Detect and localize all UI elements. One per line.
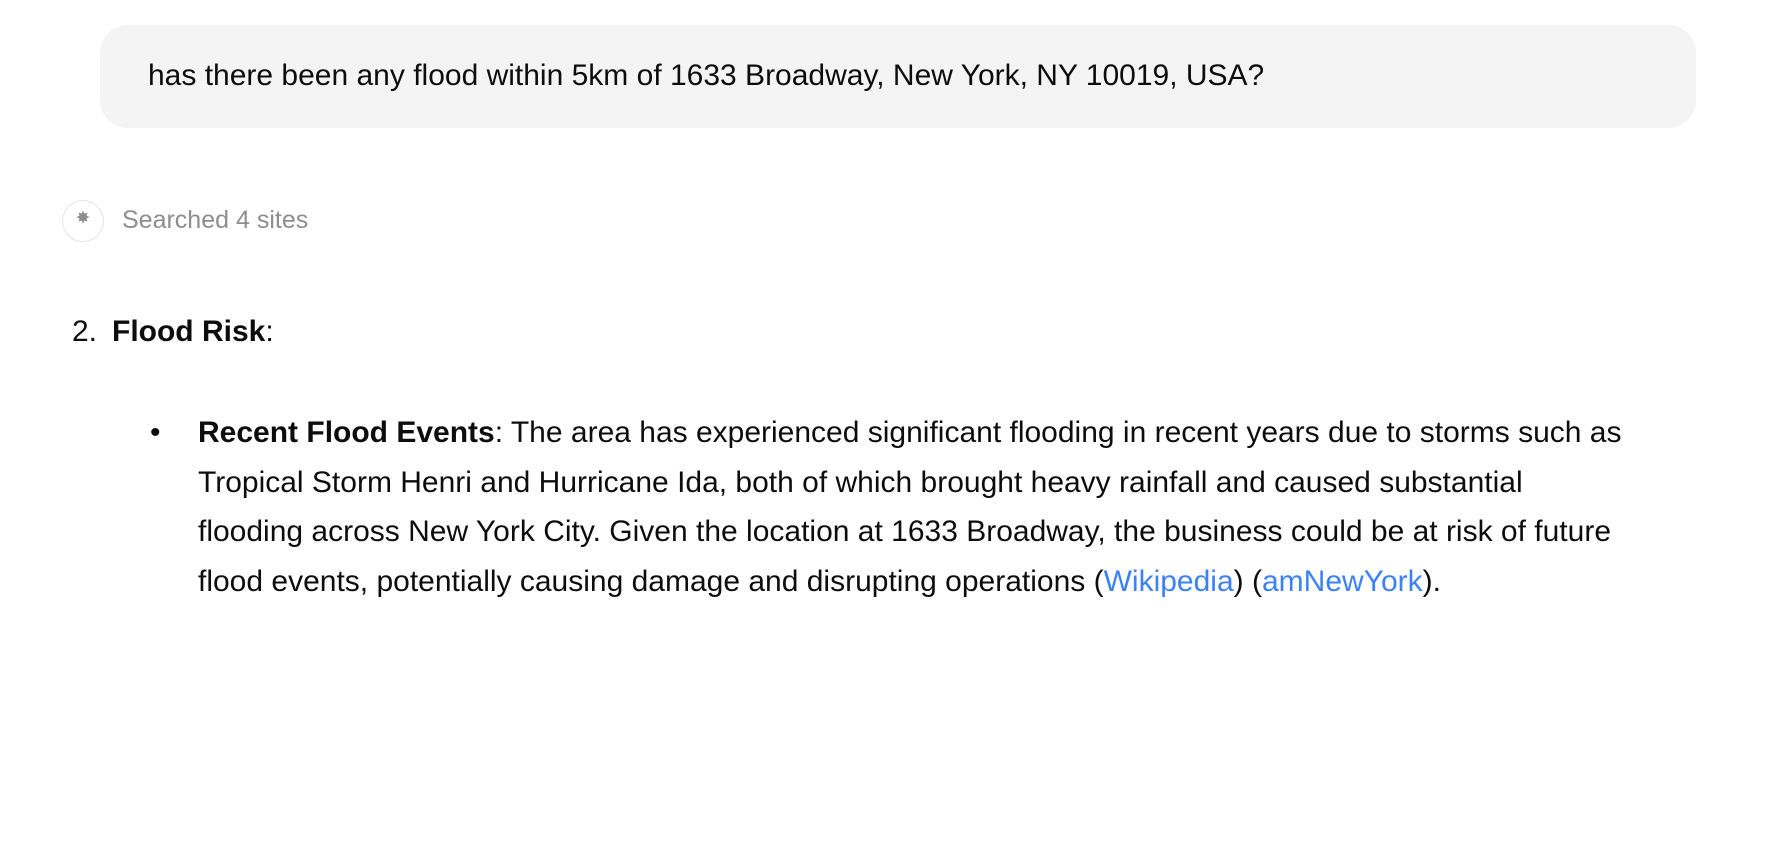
assistant-avatar [62, 200, 104, 242]
search-status-text[interactable]: Searched 4 sites [122, 206, 308, 235]
bullet-label-suffix: : [495, 416, 511, 449]
source-open-1: ( [1094, 565, 1104, 598]
source-close-1: ) [1234, 565, 1244, 598]
answer-list-number: 2. [72, 307, 100, 357]
answer-section: 2. Flood Risk: Recent Flood Events: The … [72, 307, 1726, 607]
user-message-text: has there been any flood within 5km of 1… [148, 59, 1264, 92]
answer-bullet-list: Recent Flood Events: The area has experi… [150, 408, 1726, 606]
answer-bullet-item: Recent Flood Events: The area has experi… [150, 408, 1630, 606]
search-status-row: Searched 4 sites [62, 200, 1726, 242]
user-message-bubble: has there been any flood within 5km of 1… [100, 25, 1696, 128]
source-link-wikipedia[interactable]: Wikipedia [1104, 565, 1234, 598]
answer-heading-row: 2. Flood Risk: [72, 307, 1726, 357]
bullet-trailing: . [1433, 565, 1441, 598]
answer-heading-suffix: : [265, 315, 273, 348]
source-close-2: ) [1423, 565, 1433, 598]
bullet-label: Recent Flood Events [198, 416, 495, 449]
answer-heading-wrap: Flood Risk: [112, 307, 274, 357]
source-link-amnewyork[interactable]: amNewYork [1262, 565, 1423, 598]
source-open-2: ( [1252, 565, 1262, 598]
assistant-logo-icon [74, 209, 92, 232]
answer-heading: Flood Risk [112, 315, 265, 348]
